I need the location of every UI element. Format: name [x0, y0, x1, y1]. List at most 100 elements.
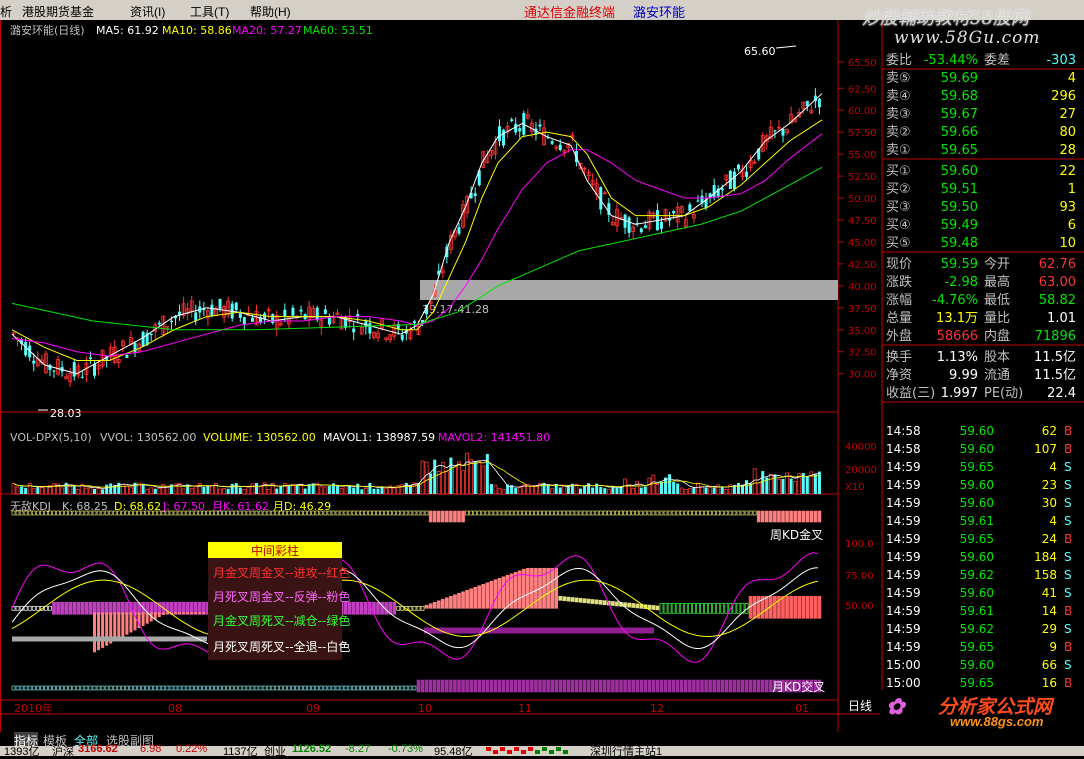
quote-label: 买④	[886, 218, 911, 233]
kdj-state-bar	[781, 595, 785, 619]
tick-price: 59.60	[960, 550, 994, 564]
price-tick: 55.00	[848, 150, 877, 161]
quote-value: 59.67	[941, 107, 978, 122]
volume-bar	[489, 484, 493, 494]
quote-value: 59.50	[941, 200, 978, 215]
tick-time: 14:59	[886, 622, 921, 636]
kdj-tick: 100.0	[845, 539, 874, 550]
bottom-bar: 指标 模板 全部 选股副图 1393亿 沪深 3166.62 6.98 0.22% 113…	[0, 732, 1084, 758]
quote-label: 涨跌	[886, 274, 912, 290]
quote-label: 卖③	[886, 107, 911, 122]
monthly-state-cell	[623, 679, 627, 693]
monthly-state-cell	[521, 679, 526, 693]
monthly-state-cell	[534, 679, 538, 693]
monthly-state-cell	[578, 679, 583, 693]
quote-value: 59.59	[941, 257, 978, 272]
activity-block	[556, 747, 561, 751]
quote-label: 买②	[886, 182, 911, 197]
monthly-state-cell	[655, 679, 660, 693]
tick-volume: 41	[1042, 586, 1057, 600]
tick-time: 14:59	[886, 550, 921, 564]
activity-block	[528, 747, 533, 751]
quote-value: 58.82	[1039, 293, 1076, 308]
menu-item[interactable]: 工具(T)	[190, 3, 229, 20]
tick-volume: 62	[1042, 424, 1057, 438]
kdj-tick: 50.00	[845, 601, 874, 612]
monthly-state-cell	[764, 679, 769, 693]
monthly-state-cell	[489, 679, 494, 693]
menu-item[interactable]: 帮助(H)	[250, 3, 291, 20]
status-item: 1137亿	[223, 746, 258, 758]
kdj-purple-band	[424, 627, 654, 634]
activity-block	[521, 750, 526, 754]
monthly-state-cell	[736, 679, 741, 693]
kdj-state-bar	[461, 591, 465, 609]
date-label: 10	[418, 702, 432, 715]
volume-label: VOLUME: 130562.00	[203, 431, 316, 444]
volume-bar	[579, 488, 582, 494]
quote-label: 量比	[984, 311, 1010, 326]
weekly-state-cell	[440, 510, 445, 523]
volume-bar	[583, 485, 587, 494]
kdj-state-bar	[598, 599, 603, 605]
monthly-state-cell	[424, 679, 429, 693]
monthly-state-cell	[542, 679, 546, 693]
volume-bar	[153, 488, 157, 494]
status-item: -0.73%	[388, 743, 423, 755]
status-item: 3166.62	[78, 743, 118, 755]
monthly-state-cell	[704, 679, 708, 693]
monthly-state-cell	[647, 679, 652, 693]
tick-price: 59.62	[960, 622, 994, 636]
price-tick: 35.00	[848, 326, 877, 337]
kdj-state-bar	[752, 595, 757, 619]
volume-bar	[24, 487, 28, 494]
volume-bar	[595, 483, 599, 494]
quote-label: 今开	[984, 256, 1010, 272]
kdj-state-bar	[129, 612, 133, 633]
tick-price: 59.60	[960, 442, 994, 456]
volume-bar	[356, 483, 360, 494]
quote-value: 59.66	[941, 125, 978, 140]
kdj-state-bar	[558, 595, 563, 601]
price-tick: 47.50	[848, 216, 877, 227]
volume-bar	[449, 457, 453, 494]
kdj-state-bar	[56, 601, 60, 615]
tick-price: 59.61	[960, 604, 994, 618]
status-item: 沪深	[52, 746, 74, 758]
kdj-state-bar	[88, 601, 93, 615]
tick-price: 59.60	[960, 424, 994, 438]
weekly-state-cell	[809, 510, 814, 523]
quote-label: 股本	[984, 350, 1010, 365]
monthly-state-cell	[570, 679, 575, 693]
volume-bar	[279, 486, 283, 494]
volume-bar	[712, 487, 716, 494]
monthly-state-cell	[457, 679, 461, 693]
tick-side: S	[1064, 622, 1072, 636]
weekly-state-cell	[793, 510, 797, 523]
kdj-state-bar	[805, 595, 810, 619]
quote-label: 卖④	[886, 89, 911, 104]
tick-volume: 24	[1042, 532, 1057, 546]
monthly-state-cell	[724, 679, 729, 693]
kdj-state-bar	[647, 604, 652, 610]
price-tick: 37.50	[848, 304, 877, 315]
quote-value: -4.76%	[932, 293, 978, 308]
volume-bar	[275, 488, 279, 494]
activity-block	[486, 747, 491, 751]
menu-item[interactable]: 资讯(I)	[130, 3, 165, 20]
monthly-state-cell	[728, 679, 733, 693]
status-item: 6.98	[140, 743, 162, 755]
menu-item[interactable]: 港股期货基金	[22, 3, 94, 20]
menu-item[interactable]: 析	[0, 3, 12, 20]
status-item: 95.48亿	[434, 746, 473, 758]
weekly-state-cell	[769, 510, 773, 523]
volume-bar	[202, 487, 206, 494]
kdj-state-bar	[178, 612, 182, 615]
daily-label[interactable]: 日线	[848, 699, 872, 713]
kdj-state-bar	[651, 605, 656, 610]
kdj-state-bar	[477, 585, 482, 609]
tick-time: 14:59	[886, 586, 921, 600]
volume-bar	[238, 487, 242, 494]
volume-bar	[473, 461, 477, 494]
kdj-state-bar	[481, 583, 486, 609]
